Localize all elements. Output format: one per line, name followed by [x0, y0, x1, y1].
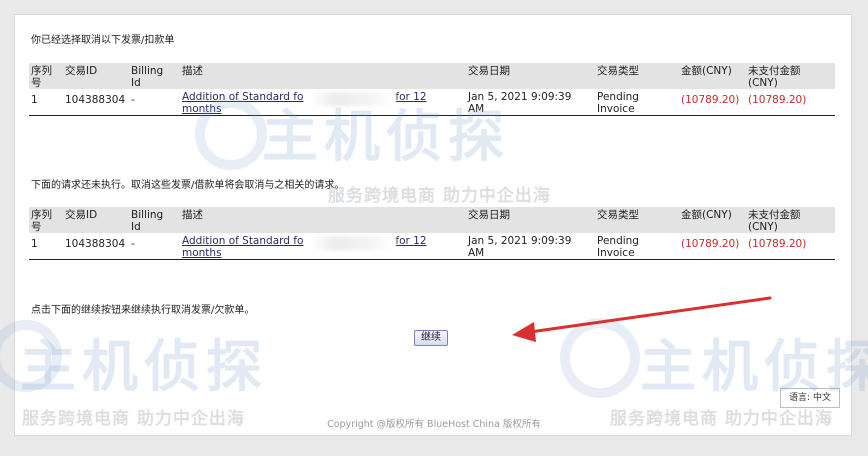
footer-copyright: Copyright @版权所有 BlueHost China 版权所有: [327, 419, 541, 430]
red-arrow-annotation: [512, 296, 772, 342]
